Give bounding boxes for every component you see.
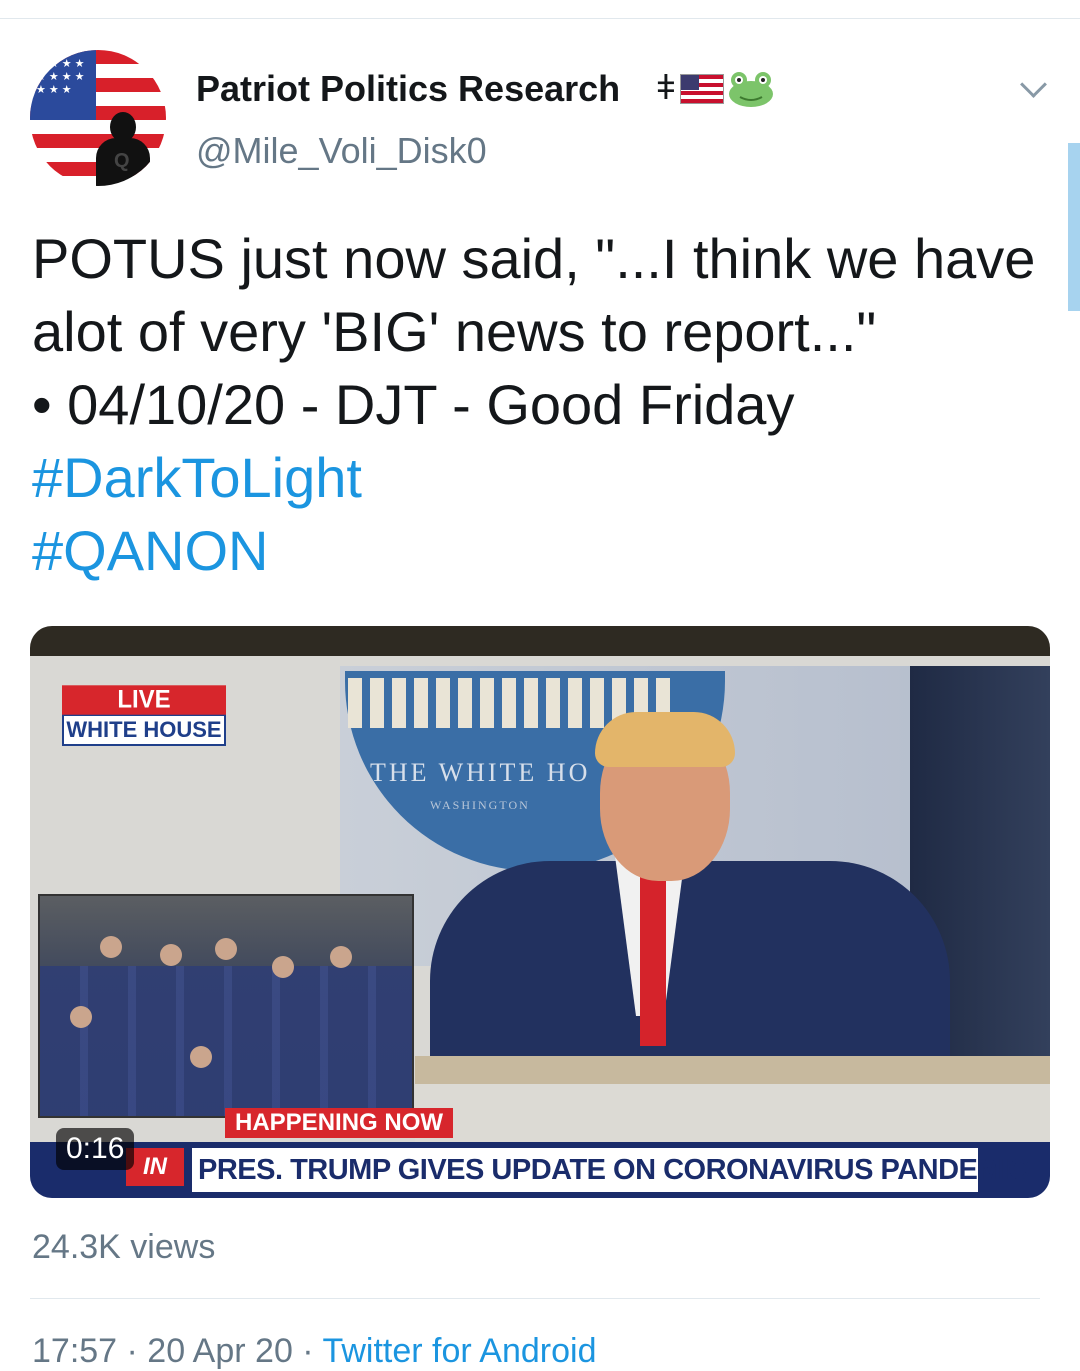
reporter [160, 944, 182, 966]
tweet-text-line: • 04/10/20 - DJT - Good Friday [32, 373, 795, 436]
reporter [190, 1046, 212, 1068]
live-label: LIVE [62, 685, 226, 715]
display-name[interactable]: Patriot Politics Research [196, 68, 620, 110]
reporter [70, 1006, 92, 1028]
frog-icon [729, 72, 773, 107]
avatar[interactable]: ★★★★ ★★★★ ★★★ Q [30, 50, 166, 186]
divider [30, 1298, 1040, 1299]
reporter [330, 946, 352, 968]
chevron-down-icon[interactable] [1020, 71, 1047, 98]
tweet-timestamp[interactable]: 17:57 · 20 Apr 20 · [32, 1332, 322, 1370]
happening-now-banner: HAPPENING NOW [225, 1108, 454, 1138]
press-room-inset [38, 894, 414, 1118]
us-flag-icon [680, 74, 724, 104]
podium [415, 1056, 1050, 1086]
tweet-text: POTUS just now said, "...I think we have… [32, 222, 1062, 587]
live-badge: LIVE WHITE HOUSE [62, 685, 226, 746]
tweet-text-line: POTUS just now said, "...I think we have [32, 227, 1036, 290]
tweet-text-line: alot of very 'BIG' news to report..." [32, 300, 877, 363]
live-sublabel: WHITE HOUSE [62, 714, 226, 746]
speaker-tie [640, 876, 666, 1046]
reporter [272, 956, 294, 978]
name-glyph: ǂ [656, 69, 676, 107]
news-headline: PRES. TRUMP GIVES UPDATE ON CORONAVIRUS … [192, 1148, 1030, 1192]
reporter [215, 938, 237, 960]
press-seats [40, 966, 412, 1116]
speaker-hair [595, 712, 735, 767]
tweet-meta: 17:57 · 20 Apr 20 · Twitter for Android [32, 1332, 596, 1371]
backdrop-subtext: WASHINGTON [430, 798, 530, 812]
hashtag-darktolight[interactable]: #DarkToLight [32, 441, 1062, 514]
avatar-q-letter: Q [114, 150, 130, 172]
tweet-source[interactable]: Twitter for Android [322, 1332, 596, 1370]
video-player[interactable]: THE WHITE HO WASHINGTON LIVE WHITE HOUSE… [30, 626, 1050, 1198]
top-divider [0, 18, 1080, 19]
avatar-stars: ★★★★ ★★★★ ★★★ [36, 58, 88, 96]
avatar-flag-canton: ★★★★ ★★★★ ★★★ [30, 50, 96, 120]
user-handle[interactable]: @Mile_Voli_Disk0 [196, 130, 487, 172]
reporter [100, 936, 122, 958]
backdrop-text: THE WHITE HO [370, 758, 591, 787]
hashtag-qanon[interactable]: #QANON [32, 514, 1062, 587]
scroll-indicator[interactable] [1068, 143, 1080, 311]
video-duration: 0:16 [56, 1128, 135, 1170]
view-count[interactable]: 24.3K views [32, 1228, 215, 1267]
network-logo: IN [126, 1148, 184, 1186]
